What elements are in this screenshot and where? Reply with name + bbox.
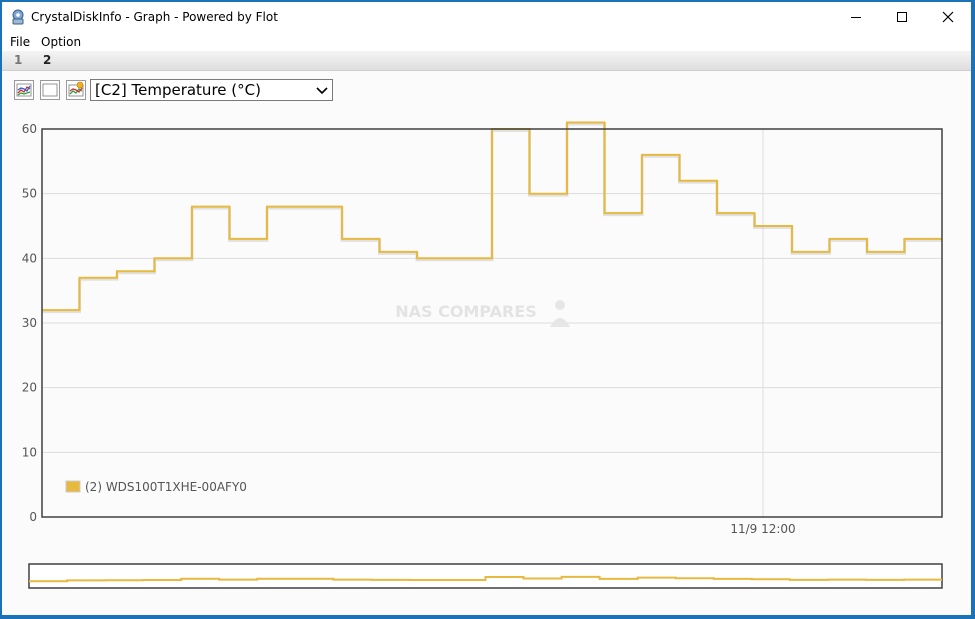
- temperature-chart[interactable]: 0 10 20 30 40 50 60 11/9 12:00 NAS COMPARES (2) W…: [2, 71, 971, 615]
- close-icon: [942, 11, 954, 23]
- maximize-button[interactable]: [879, 2, 925, 32]
- y-tick-label: 30: [22, 316, 37, 330]
- title-bar: CrystalDiskInfo - Graph - Powered by Flo…: [2, 2, 971, 32]
- watermark-logo-icon: [550, 300, 570, 327]
- legend-label: (2) WDS100T1XHE-00AFY0: [85, 480, 247, 494]
- y-tick-label: 50: [22, 187, 37, 201]
- graph-window: CrystalDiskInfo - Graph - Powered by Flo…: [2, 2, 971, 615]
- series-line: [42, 121, 942, 312]
- close-button[interactable]: [925, 2, 971, 32]
- window-title: CrystalDiskInfo - Graph - Powered by Flo…: [31, 10, 278, 24]
- watermark-logo-body: [550, 318, 570, 327]
- menu-option[interactable]: Option: [41, 35, 81, 49]
- watermark-logo-head: [555, 300, 565, 310]
- y-tick-label: 20: [22, 381, 37, 395]
- menu-file[interactable]: File: [10, 35, 30, 49]
- watermark-text: NAS COMPARES: [395, 302, 537, 321]
- minimize-button[interactable]: [833, 2, 879, 32]
- tab-disk-2[interactable]: 2: [43, 53, 51, 67]
- y-tick-label: 40: [22, 251, 37, 265]
- tab-disk-1[interactable]: 1: [14, 53, 22, 67]
- crystaldiskinfo-app-icon: [12, 9, 24, 25]
- y-tick-label: 60: [22, 122, 37, 136]
- x-tick-label: 11/9 12:00: [730, 522, 795, 536]
- graph-content: [C2] Temperature (°C) 0 10 20 30 40 50 60 11/9 …: [2, 71, 971, 615]
- minimize-icon: [851, 17, 861, 18]
- maximize-icon: [897, 12, 907, 22]
- menu-bar: File Option: [2, 33, 971, 51]
- disk-tab-bar: 1 2: [2, 51, 971, 71]
- legend-swatch: [65, 480, 81, 493]
- y-tick-label: 0: [29, 510, 37, 524]
- y-tick-label: 10: [22, 445, 37, 459]
